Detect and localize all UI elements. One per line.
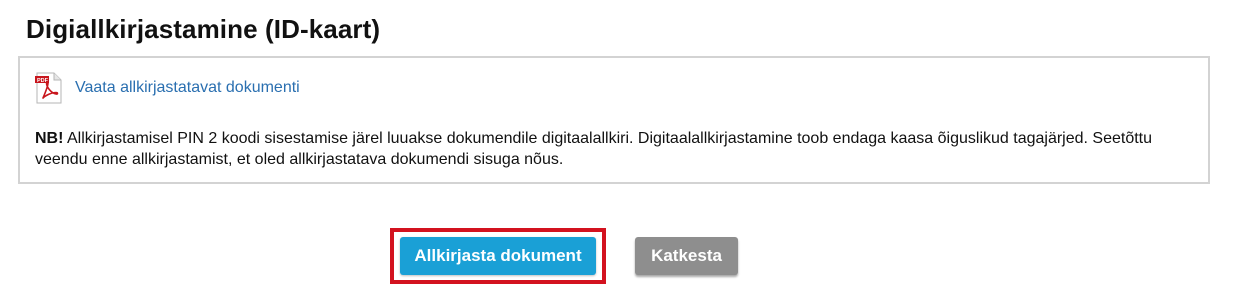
signing-page: Digiallkirjastamine (ID-kaart) PDF Vaata…	[0, 0, 1256, 288]
view-document-link[interactable]: Vaata allkirjastatavat dokumenti	[75, 79, 300, 97]
notice-text: Allkirjastamisel PIN 2 koodi sisestamise…	[35, 130, 1153, 168]
document-link-row[interactable]: PDF Vaata allkirjastatavat dokumenti	[35, 72, 300, 104]
notice-prefix: NB!	[35, 130, 64, 147]
pdf-icon[interactable]: PDF	[35, 72, 63, 104]
document-info-box: PDF Vaata allkirjastatavat dokumenti NB!…	[18, 56, 1210, 184]
page-title: Digiallkirjastamine (ID-kaart)	[26, 14, 381, 44]
cancel-button[interactable]: Katkesta	[635, 237, 738, 275]
sign-document-button[interactable]: Allkirjasta dokument	[400, 237, 596, 275]
legal-notice: NB! Allkirjastamisel PIN 2 koodi sisesta…	[35, 128, 1185, 170]
